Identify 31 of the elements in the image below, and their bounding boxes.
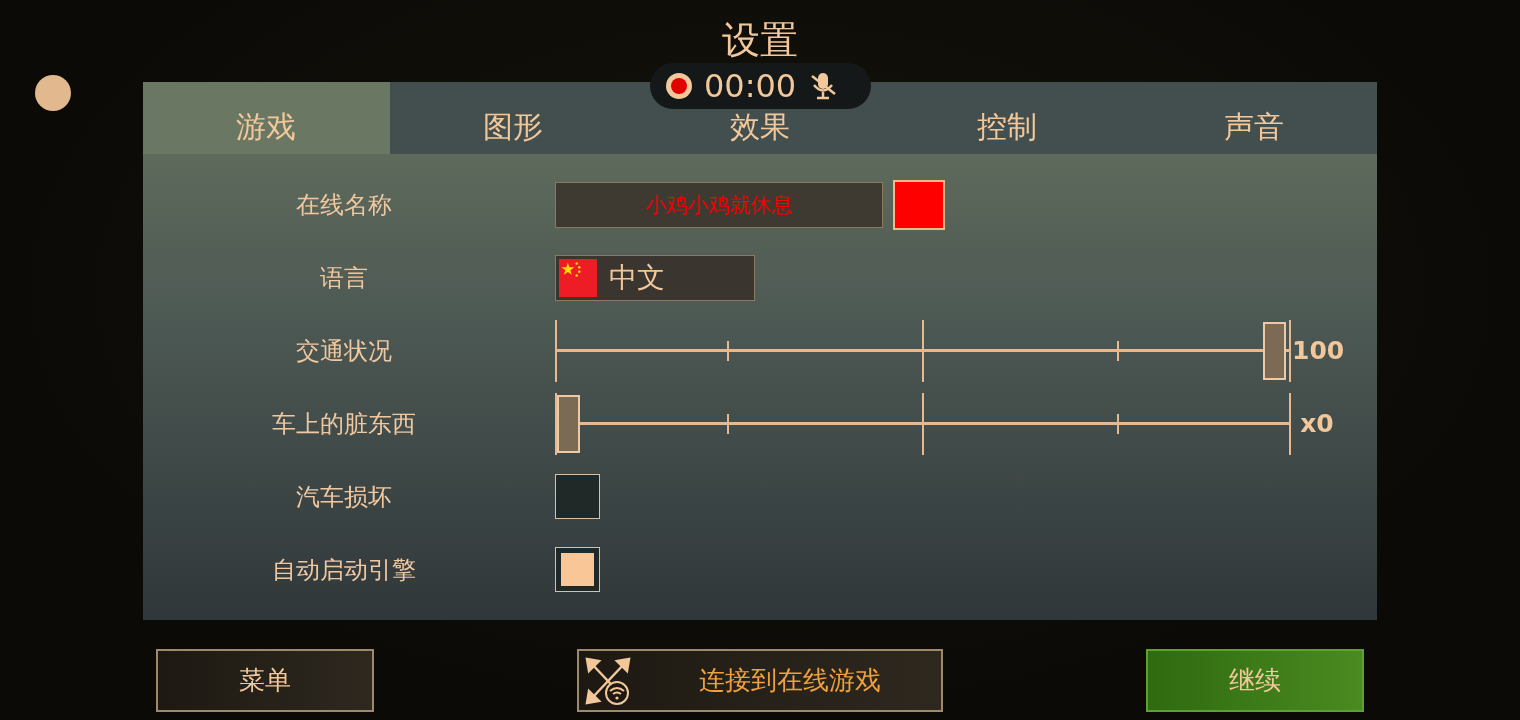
record-time: 00:00 [704,70,797,102]
slider-track[interactable] [555,392,1290,455]
setting-label: 语言 [319,262,369,294]
page-title: 设置 [722,16,798,64]
name-field[interactable]: 小鸡小鸡就休息 [555,181,883,228]
tab[interactable]: 图形 [389,82,637,154]
tab[interactable]: 控制 [883,82,1131,154]
slider-thumb[interactable] [1263,321,1286,380]
setting-label: 车上的脏东西 [271,408,417,440]
checkbox[interactable] [555,474,600,519]
china-flag-icon [559,258,597,297]
language-text: 中文 [609,259,665,296]
continue-button[interactable]: 继续 [1146,649,1364,712]
crossed-arrows-wifi-icon [585,657,631,705]
tab[interactable]: 声音 [1130,82,1377,154]
setting-label: 汽车损坏 [295,481,393,513]
avatar-dot[interactable] [35,75,71,111]
menu-button[interactable]: 菜单 [156,649,374,712]
setting-label: 自动启动引擎 [271,554,417,586]
slider-value: x0 [1299,409,1335,438]
language-field[interactable]: 中文 [555,254,755,301]
slider-track[interactable] [555,319,1290,382]
slider-value: 100 [1292,336,1345,365]
online-button[interactable]: 连接到在线游戏 [577,649,943,712]
color-swatch[interactable] [893,179,945,230]
setting-label: 交通状况 [295,335,393,367]
slider-thumb[interactable] [557,394,580,453]
checkbox[interactable] [555,547,600,592]
tab[interactable]: 游戏 [143,82,390,154]
record-icon[interactable] [666,73,692,99]
setting-label: 在线名称 [295,189,393,221]
